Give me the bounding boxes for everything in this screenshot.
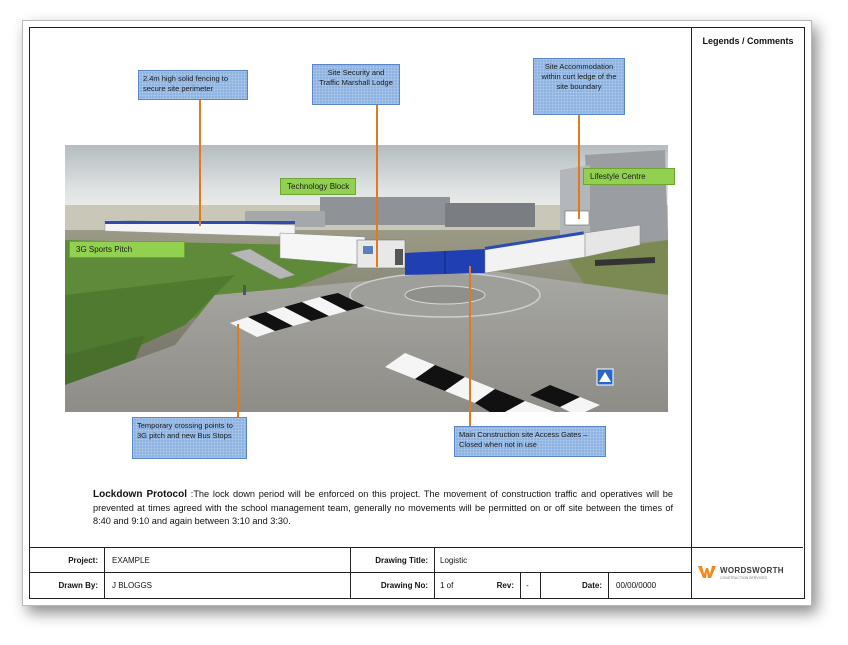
title-block: Project: EXAMPLE Drawing Title: Logistic… (30, 547, 803, 599)
rev-value: - (526, 581, 529, 590)
logo-text: WORDSWORTH (720, 566, 784, 575)
wordsworth-logo-mark-icon (698, 566, 716, 578)
protocol-heading: Lockdown Protocol (93, 489, 187, 500)
legends-panel: Legends / Comments (691, 28, 804, 547)
drawing-title-label: Drawing Title: (375, 555, 428, 565)
company-logo: WORDSWORTH CONSTRUCTION SERVICES (698, 562, 798, 586)
label-sports-pitch: 3G Sports Pitch (69, 241, 185, 258)
rev-label: Rev: (496, 581, 514, 590)
leader-fencing (199, 100, 201, 226)
legends-title: Legends / Comments (702, 36, 794, 46)
drawing-no-label: Drawing No: (380, 581, 428, 590)
drawing-title-value: Logistic (440, 555, 468, 565)
leader-security (376, 105, 378, 267)
leader-gates (469, 266, 471, 426)
callout-accommodation: Site Accommodation within curt ledge of … (533, 58, 625, 115)
label-technology-block: Technology Block (280, 178, 357, 195)
project-label: Project: (68, 555, 98, 565)
drawn-by-value: J BLOGGS (112, 581, 153, 590)
drawn-by-label: Drawn By: (58, 581, 98, 590)
leader-crossing (237, 324, 239, 417)
callout-gates: Main Construction site Access Gates – Cl… (454, 426, 606, 457)
leader-accommodation (578, 115, 580, 219)
logo-subtext: CONSTRUCTION SERVICES (720, 576, 767, 580)
label-lifestyle-centre: Lifestyle Centre (583, 168, 675, 185)
callout-security: Site Security and Traffic Marshall Lodge (312, 64, 400, 105)
drawing-sheet: Legends / Comments Technology Block Life… (22, 20, 812, 606)
drawing-frame: Legends / Comments Technology Block Life… (29, 27, 805, 599)
callout-fencing: 2.4m high solid fencing to secure site p… (138, 70, 248, 100)
lockdown-protocol: Lockdown Protocol :The lock down period … (93, 488, 673, 529)
date-label: Date: (581, 581, 602, 590)
drawing-no-value: 1 of (440, 581, 454, 590)
project-value: EXAMPLE (112, 555, 150, 565)
callout-crossing: Temporary crossing points to 3G pitch an… (132, 417, 247, 459)
date-value: 00/00/0000 (616, 581, 657, 590)
